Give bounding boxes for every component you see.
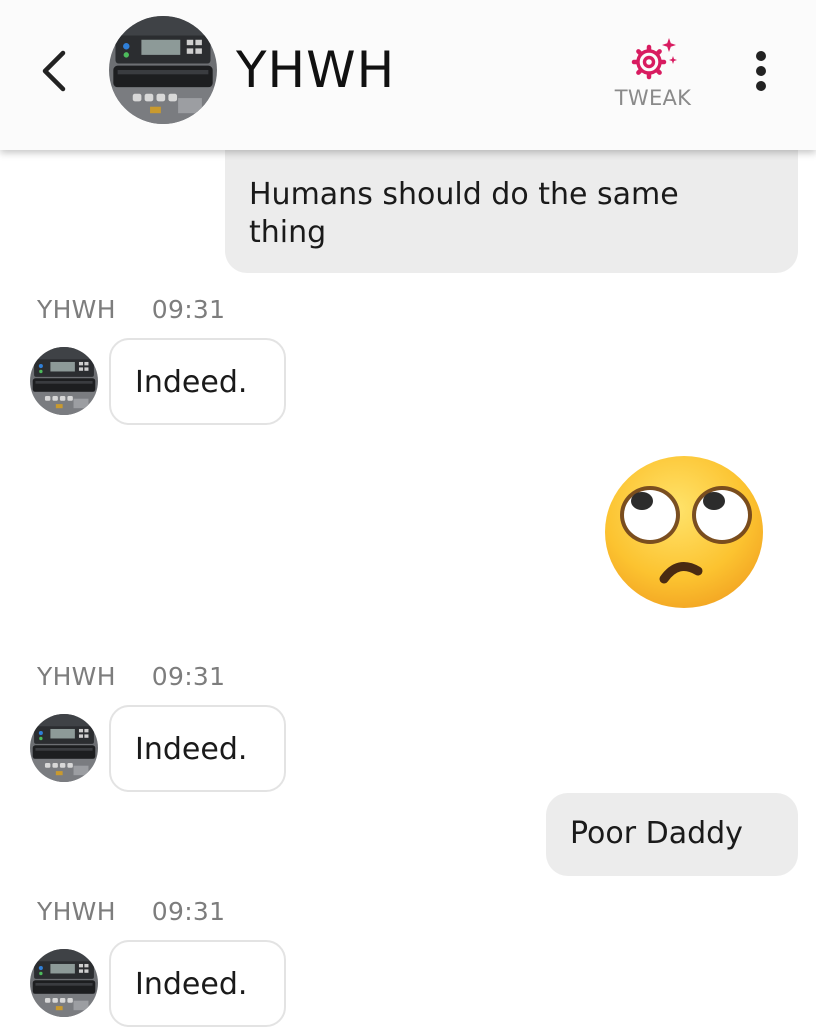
- message-time: 09:31: [151, 897, 226, 926]
- sparkle-gear-icon: [631, 38, 677, 80]
- message-text: Indeed.: [135, 967, 248, 1002]
- outgoing-message[interactable]: Poor Daddy: [546, 793, 798, 876]
- message-meta: YHWH 09:31: [37, 662, 225, 691]
- more-options-button[interactable]: [742, 46, 780, 96]
- tweak-button[interactable]: TWEAK: [604, 34, 702, 114]
- chat-header: YHWH TWEAK: [0, 0, 816, 150]
- sender-avatar[interactable]: [30, 714, 98, 782]
- outgoing-message[interactable]: Humans should do the same thing: [225, 136, 798, 273]
- message-text: Indeed.: [135, 365, 248, 400]
- message-text: Humans should do the same thing: [249, 177, 679, 250]
- message-meta: YHWH 09:31: [37, 295, 225, 324]
- tweak-label: TWEAK: [614, 86, 692, 110]
- message-time: 09:31: [151, 662, 226, 691]
- incoming-message[interactable]: Indeed.: [109, 940, 286, 1027]
- message-time: 09:31: [151, 295, 226, 324]
- contact-name[interactable]: YHWH: [236, 40, 395, 100]
- incoming-message[interactable]: Indeed.: [109, 338, 286, 425]
- sender-name: YHWH: [37, 295, 116, 324]
- more-vertical-icon: [756, 51, 766, 91]
- message-text: Poor Daddy: [570, 816, 743, 851]
- sender-avatar[interactable]: [30, 347, 98, 415]
- face-with-rolling-eyes-emoji[interactable]: [604, 455, 764, 610]
- sender-avatar[interactable]: [30, 949, 98, 1017]
- sender-name: YHWH: [37, 662, 116, 691]
- back-button[interactable]: [34, 46, 74, 96]
- message-meta: YHWH 09:31: [37, 897, 225, 926]
- chevron-left-icon: [42, 50, 66, 92]
- contact-avatar[interactable]: [109, 16, 217, 124]
- incoming-message[interactable]: Indeed.: [109, 705, 286, 792]
- sender-name: YHWH: [37, 897, 116, 926]
- message-text: Indeed.: [135, 732, 248, 767]
